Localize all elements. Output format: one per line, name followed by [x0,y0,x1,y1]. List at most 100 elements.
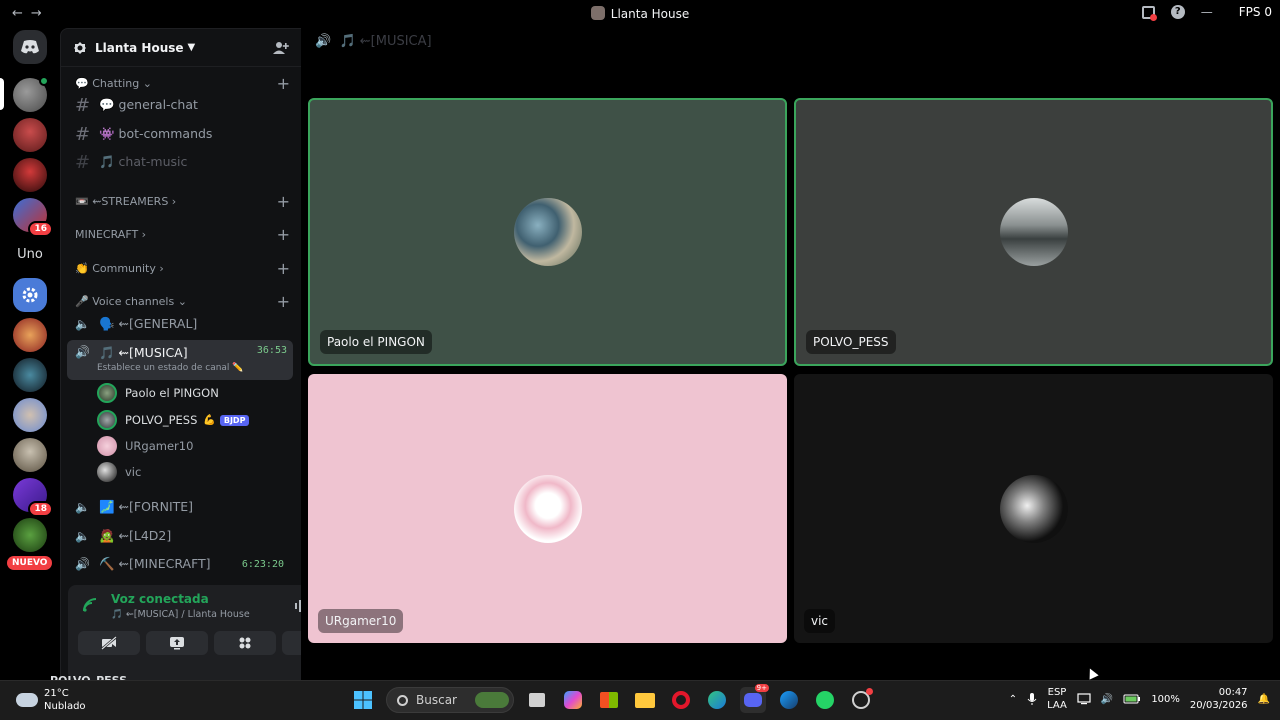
server-header[interactable]: Llanta House ▼ [61,29,301,67]
text-channel-icon: # [75,151,91,173]
create-channel-icon[interactable]: + [277,225,290,244]
folder-icon [635,692,655,708]
voice-stage: 🔊 🎵 ⇜[MUSICA] Paolo el PINGON POLVO_PESS… [301,28,1280,680]
clock-date: 20/03/2026 [1189,700,1248,711]
server-uno[interactable]: Uno [13,237,47,271]
copilot-icon [564,691,582,709]
speaker-icon: 🔈 [75,317,90,331]
server-bot[interactable] [13,278,47,312]
category-label: 👏 Community [75,262,156,275]
server-icon-10[interactable]: 18 [13,478,53,517]
input-language[interactable]: ESP LAA [1047,686,1067,712]
speaker-icon: 🔊 [315,34,332,49]
server-icon-9[interactable] [13,438,47,472]
chevron-up-icon[interactable]: ⌃ [1009,694,1017,705]
taskbar-search[interactable]: Buscar [386,687,514,713]
activities-button[interactable] [214,631,276,655]
category-label: 🎤 Voice channels [75,295,175,308]
voice-user[interactable]: Paolo el PINGON [97,382,219,404]
voice-user[interactable]: URgamer10 [97,435,193,457]
participant-tile[interactable]: POLVO_PESS [794,98,1273,366]
category-community[interactable]: 👏 Community › + [75,259,290,278]
window-title: Llanta House [0,6,1280,21]
inbox-icon[interactable] [1141,5,1157,21]
store-button[interactable] [596,687,622,713]
create-channel-icon[interactable]: + [277,292,290,311]
volume-icon[interactable]: 🔊 [1101,694,1113,705]
chevron-down-icon: ⌄ [142,77,152,90]
channel-chat-music[interactable]: # 🎵 chat-music [75,150,290,174]
category-streamers[interactable]: 📼 ⇜STREAMERS › + [75,192,290,211]
server-icon-3[interactable] [13,158,47,192]
opera-button[interactable] [668,687,694,713]
noise-suppression-icon[interactable] [294,599,301,613]
file-explorer-button[interactable] [632,687,658,713]
minimize-button[interactable]: — [1201,5,1213,19]
participant-tile[interactable]: Paolo el PINGON [308,98,787,366]
clock[interactable]: 00:47 20/03/2026 [1190,686,1248,712]
edge-button[interactable] [704,687,730,713]
server-icon-8[interactable] [13,398,47,432]
speaker-icon: 🔊 [75,345,90,359]
keyboard-layout: LAA [1047,700,1067,711]
steam-button[interactable] [776,687,802,713]
temperature: 21°C [44,688,69,699]
participant-tile[interactable]: URgamer10 [308,374,787,643]
participant-name: URgamer10 [318,609,404,633]
create-channel-icon[interactable]: + [277,192,290,211]
channel-label: 🧟 ⇜[L4D2] [99,528,172,543]
weather-widget[interactable]: 21°C Nublado [16,687,86,713]
server-icon-6[interactable] [13,318,47,352]
voice-channel-fornite[interactable]: 🔈 🗾 ⇜[FORNITE] [75,495,290,519]
notifications-icon[interactable]: 🔔 [1258,694,1270,705]
online-dot [39,76,49,86]
app-button[interactable] [848,687,874,713]
microphone-icon[interactable] [1027,692,1037,706]
start-button[interactable] [350,687,376,713]
task-view-button[interactable] [524,687,550,713]
voice-channel-path[interactable]: 🎵 ⇜[MUSICA] / Llanta House [111,609,250,620]
server-llanta-house[interactable] [13,76,49,112]
category-minecraft[interactable]: MINECRAFT › + [75,225,290,244]
voice-status[interactable]: Voz conectada [111,592,209,606]
toggle-camera-button[interactable] [78,631,140,655]
voice-channel-l4d2[interactable]: 🔈 🧟 ⇜[L4D2] [75,524,290,548]
server-icon [590,6,605,20]
channel-bot-commands[interactable]: # 👾 bot-commands [75,122,290,146]
direct-messages-button[interactable] [13,30,47,64]
participant-tile[interactable]: vic [794,374,1273,643]
create-channel-icon[interactable]: + [277,74,290,93]
invite-people-icon[interactable] [273,41,289,55]
server-icon-7[interactable] [13,358,47,392]
category-chatting[interactable]: 💬 Chatting ⌄ + [75,74,290,93]
whatsapp-button[interactable] [812,687,838,713]
voice-user[interactable]: POLVO_PESS 💪 BJDP [97,409,250,431]
avatar [513,474,582,543]
edge-icon [708,691,726,709]
category-voice-channels[interactable]: 🎤 Voice channels ⌄ + [75,292,290,311]
soundboard-button[interactable] [282,631,301,655]
voice-channel-minecraft[interactable]: 🔊 ⛏️ ⇜[MINECRAFT] 6:23:20 [75,552,290,576]
weather-condition: Nublado [44,701,86,712]
server-icon-4[interactable]: 16 [13,198,53,237]
voice-user-name: URgamer10 [125,439,194,453]
share-screen-button[interactable] [146,631,208,655]
battery-icon[interactable] [1123,694,1141,704]
help-icon[interactable]: ? [1170,5,1185,19]
avatar [999,474,1068,543]
voice-channel-musica[interactable]: 🔊 🎵 ⇜[MUSICA] 36:53 Establece un estado … [67,340,293,380]
gear-icon [22,287,38,303]
create-channel-icon[interactable]: + [277,259,290,278]
set-channel-status[interactable]: Establece un estado de canal ✏️ [97,363,244,373]
voice-channel-general[interactable]: 🔈 🗣️ ⇜[GENERAL] [75,312,290,336]
network-icon[interactable] [1077,693,1091,705]
connection-signal-icon[interactable] [82,597,98,613]
copilot-button[interactable] [560,687,586,713]
discord-taskbar-button[interactable]: 9+ [740,684,769,713]
server-icon-11[interactable] [13,518,47,552]
channel-general-chat[interactable]: # 💬 general-chat [75,93,290,117]
server-icon-2[interactable] [13,118,47,152]
chevron-down-icon: ⌄ [177,295,187,308]
channel-label: 👾 bot-commands [99,126,213,141]
voice-user[interactable]: vic [97,461,141,483]
